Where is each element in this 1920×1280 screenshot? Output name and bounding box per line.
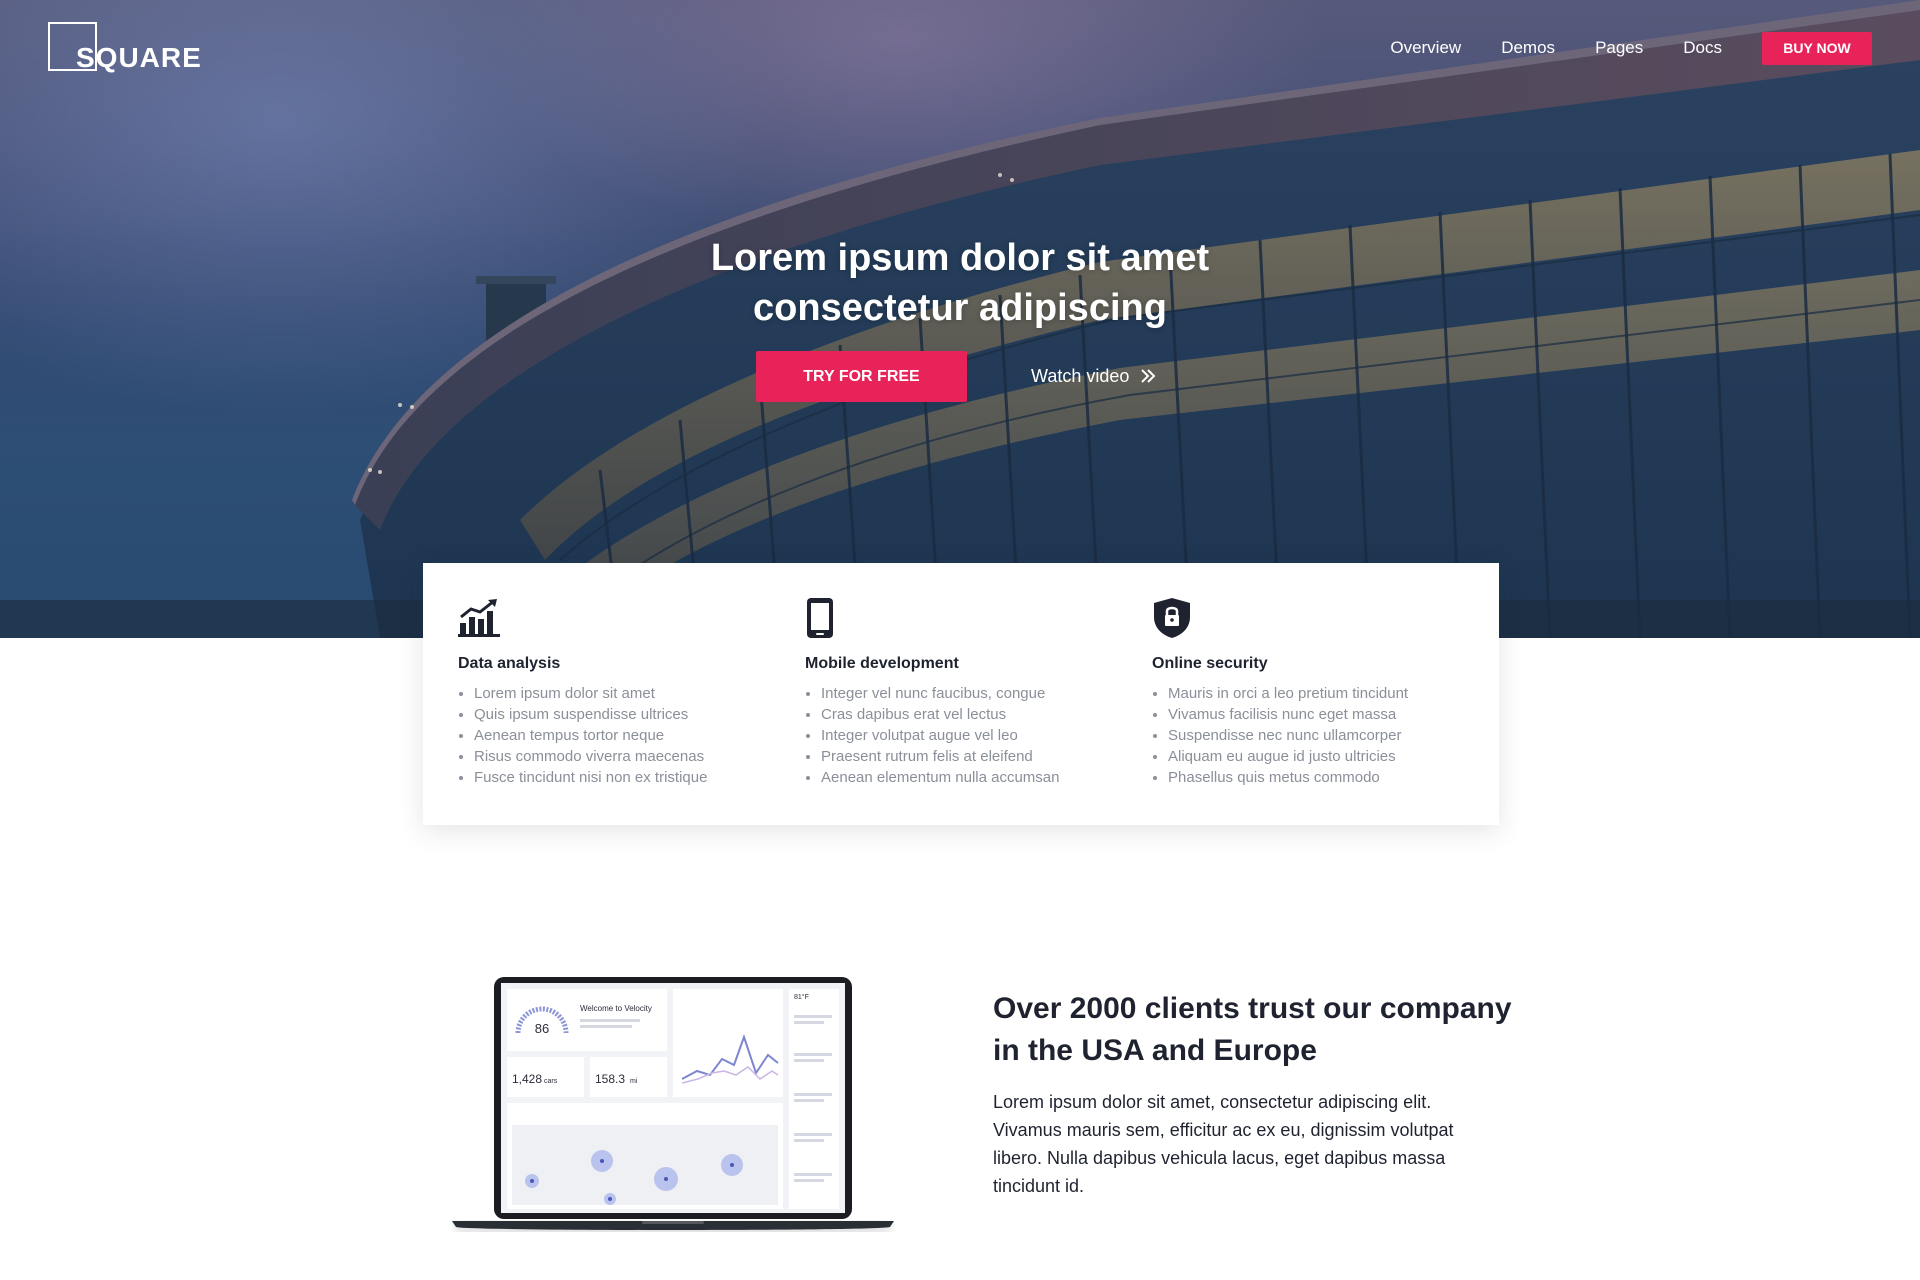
feature-list: Integer vel nunc faucibus, congue Cras d… — [805, 683, 1152, 788]
buy-now-button[interactable]: BUY NOW — [1762, 31, 1872, 65]
list-item: Fusce tincidunt nisi non ex tristique — [458, 767, 805, 788]
logo-text: SQUARE — [76, 42, 202, 73]
features-card: Data analysis Lorem ipsum dolor sit amet… — [423, 563, 1499, 825]
list-item: Cras dapibus erat vel lectus — [805, 704, 1152, 725]
hero-title-line1: Lorem ipsum dolor sit amet — [710, 237, 1210, 279]
list-item: Suspendisse nec nunc ullamcorper — [1152, 725, 1499, 746]
list-item: Aenean tempus tortor neque — [458, 725, 805, 746]
list-item: Risus commodo viverra maecenas — [458, 746, 805, 767]
clients-description: Lorem ipsum dolor sit amet, consectetur … — [993, 1092, 1454, 1196]
list-item: Phasellus quis metus commodo — [1152, 767, 1499, 788]
double-chevron-right-icon — [1141, 369, 1156, 383]
feature-list: Mauris in orci a leo pretium tincidunt V… — [1152, 683, 1499, 788]
logo[interactable]: SQUARE — [48, 22, 201, 72]
feature-mobile-development: Mobile development Integer vel nunc fauc… — [805, 597, 1152, 825]
chart-icon — [458, 597, 805, 641]
nav-pages[interactable]: Pages — [1595, 31, 1643, 65]
nav-demos[interactable]: Demos — [1501, 31, 1555, 65]
nav-docs[interactable]: Docs — [1683, 31, 1722, 65]
welcome-text: Welcome to Velocity — [580, 1004, 652, 1013]
main-nav: Overview Demos Pages Docs BUY NOW — [1390, 31, 1872, 65]
hero-section: SQUARE Overview Demos Pages Docs BUY NOW… — [0, 0, 1920, 638]
list-item: Integer volutpat augue vel leo — [805, 725, 1152, 746]
nav-overview[interactable]: Overview — [1390, 31, 1461, 65]
hero-title-line2: consectetur adipiscing — [753, 287, 1167, 329]
laptop-mockup-image: 86 Welcome to Velocity 1,428 cars 158.3 … — [452, 977, 894, 1230]
feature-title: Online security — [1152, 655, 1268, 672]
list-item: Vivamus facilisis nunc eget massa — [1152, 704, 1499, 725]
gauge-value: 86 — [535, 1021, 549, 1036]
stat1-unit: cars — [544, 1078, 558, 1085]
list-item: Lorem ipsum dolor sit amet — [458, 683, 805, 704]
hero-title: Lorem ipsum dolor sit amet consectetur a… — [0, 233, 1920, 333]
feature-title: Data analysis — [458, 655, 561, 672]
feature-data-analysis: Data analysis Lorem ipsum dolor sit amet… — [458, 597, 805, 825]
stat2-unit: mi — [630, 1078, 638, 1085]
shield-lock-icon — [1152, 597, 1499, 641]
watch-video-link[interactable]: Watch video — [1031, 360, 1157, 392]
list-item: Integer vel nunc faucibus, congue — [805, 683, 1152, 704]
feature-online-security: Online security Mauris in orci a leo pre… — [1152, 597, 1499, 825]
feature-list: Lorem ipsum dolor sit amet Quis ipsum su… — [458, 683, 805, 788]
watch-video-label: Watch video — [1031, 365, 1130, 386]
list-item: Quis ipsum suspendisse ultrices — [458, 704, 805, 725]
try-for-free-button[interactable]: TRY FOR FREE — [756, 351, 967, 402]
temperature-text: 81°F — [794, 993, 809, 1001]
mobile-icon — [805, 597, 1152, 641]
clients-heading: Over 2000 clients trust our company in t… — [993, 992, 1512, 1067]
list-item: Aenean elementum nulla accumsan — [805, 767, 1152, 788]
list-item: Mauris in orci a leo pretium tincidunt — [1152, 683, 1499, 704]
stat1-value: 1,428 — [512, 1072, 542, 1086]
feature-title: Mobile development — [805, 655, 959, 672]
list-item: Aliquam eu augue id justo ultricies — [1152, 746, 1499, 767]
list-item: Praesent rutrum felis at eleifend — [805, 746, 1152, 767]
stat2-value: 158.3 — [595, 1072, 625, 1086]
